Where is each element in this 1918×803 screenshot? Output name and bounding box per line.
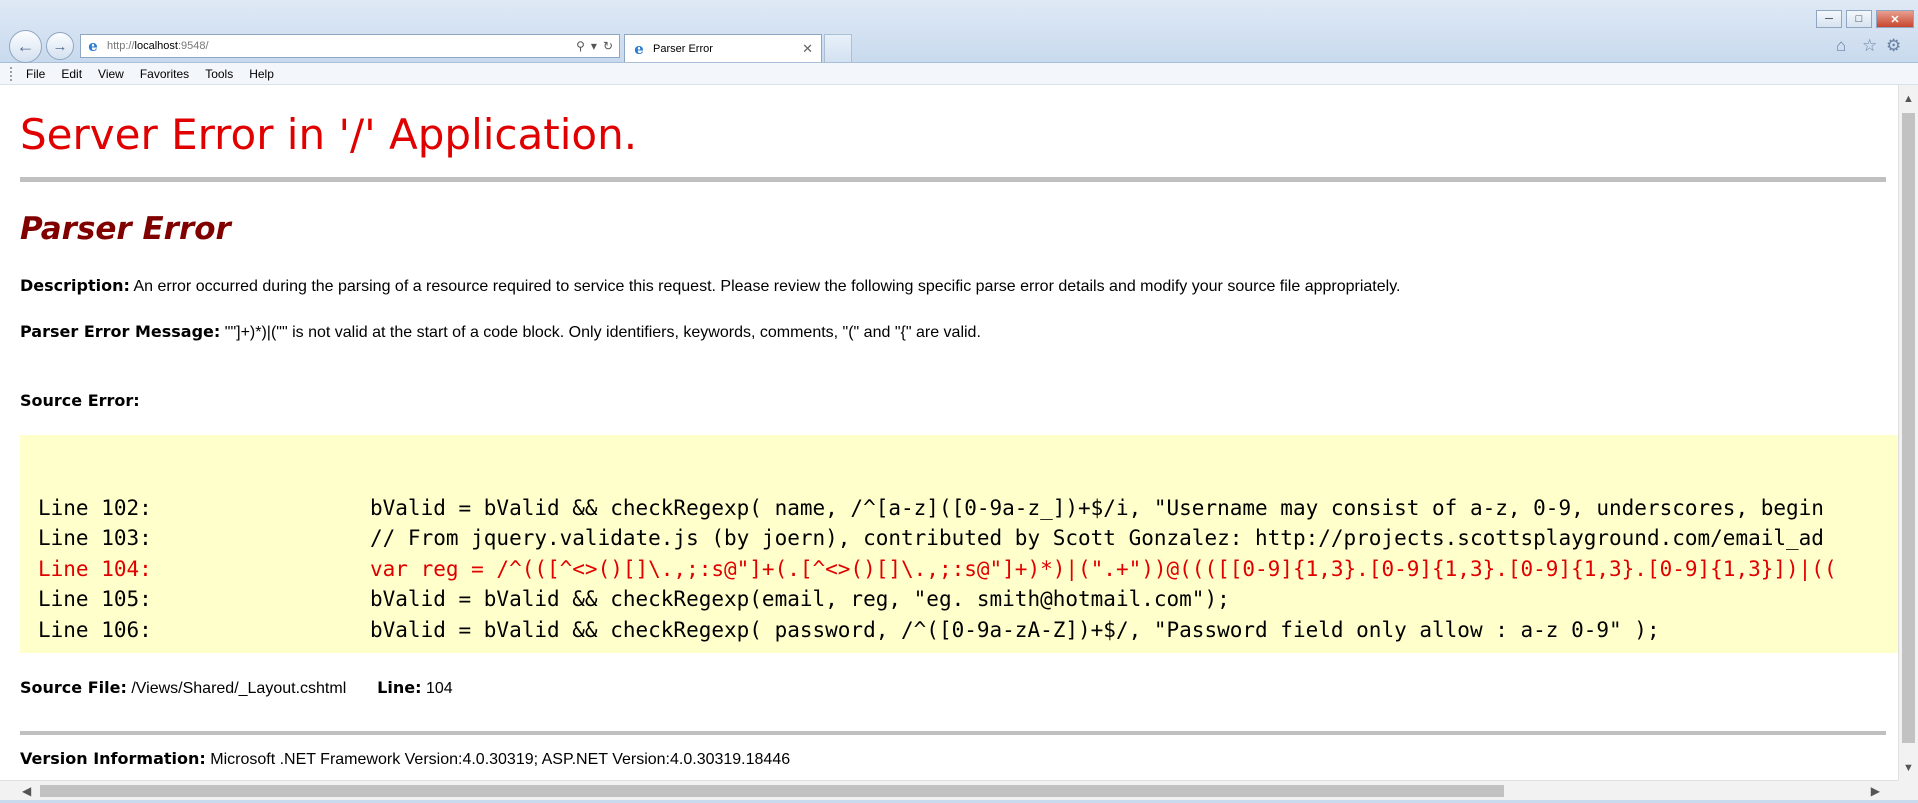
description: Description: An error occurred during th… [20,276,1400,296]
gear-icon[interactable]: ⚙ [1886,36,1901,56]
line-code: bValid = bValid && checkRegexp( name, /^… [370,496,1824,520]
code-line: Line 105: bValid = bValid && checkRegexp(… [38,587,1230,611]
tab-title: Parser Error [653,42,713,55]
home-icon[interactable]: ⌂ [1836,36,1846,56]
horizontal-scrollbar[interactable]: ◀ ▶ [0,780,1898,800]
menu-edit[interactable]: Edit [61,67,82,81]
scroll-right-icon[interactable]: ▶ [1871,784,1880,798]
tab-parser-error[interactable]: e Parser Error ✕ [624,34,822,62]
menu-favorites[interactable]: Favorites [140,67,189,81]
menu-tools[interactable]: Tools [205,67,233,81]
back-button[interactable]: ← [9,30,42,63]
line-number: Line 103: [38,526,152,550]
scrollbar-corner [1898,780,1918,800]
vertical-scroll-thumb[interactable] [1902,113,1915,743]
line-number: Line 106: [38,618,152,642]
source-error-label: Source Error: [20,391,140,410]
url-protocol: http:// [107,40,135,52]
code-line-error: Line 104: var reg = /^(([^<>()[]\.,;:s@"]… [38,557,1837,581]
description-label: Description: [20,276,130,295]
page-content: Server Error in '/' Application. Parser … [0,85,1898,780]
page-title: Server Error in '/' Application. [20,110,638,159]
line-code: bValid = bValid && checkRegexp(email, re… [370,587,1230,611]
address-bar[interactable]: e http://localhost:9548/ ⚲ ▾ ↻ [80,34,620,58]
version-divider [20,731,1886,735]
menu-grip [10,66,16,81]
ie-tab-icon: e [634,39,644,58]
maximize-icon: □ [1855,13,1863,25]
line-label: Line: [377,678,422,697]
source-file-info: Source File: /Views/Shared/_Layout.cshtm… [20,678,453,698]
url-port-path: :9548/ [177,40,209,52]
arrow-right-icon: → [52,37,68,55]
line-number: Line 102: [38,496,152,520]
refresh-icon[interactable]: ↻ [603,39,613,53]
line-value: 104 [425,680,453,697]
line-code: var reg = /^(([^<>()[]\.,;:s@"]+(.[^<>()… [370,557,1837,581]
scroll-down-icon[interactable]: ▼ [1899,762,1918,774]
horizontal-scroll-thumb[interactable] [40,785,1504,797]
minimize-button[interactable]: ─ [1816,10,1842,28]
forward-button[interactable]: → [46,32,74,60]
description-text: An error occurred during the parsing of … [133,278,1401,295]
title-divider [20,177,1886,182]
code-line: Line 102: bValid = bValid && checkRegexp(… [38,496,1824,520]
arrow-left-icon: ← [16,36,35,56]
url-host: localhost [134,40,178,52]
maximize-button[interactable]: □ [1846,10,1872,28]
new-tab-button[interactable] [824,34,852,62]
source-file-value: /Views/Shared/_Layout.cshtml [131,680,347,697]
version-text: Microsoft .NET Framework Version:4.0.303… [210,751,791,768]
menu-view[interactable]: View [98,67,124,81]
error-subtitle: Parser Error [20,211,231,247]
message-label: Parser Error Message: [20,322,221,341]
scroll-up-icon[interactable]: ▲ [1899,93,1918,105]
source-code-box: Line 102: bValid = bValid && checkRegexp(… [20,435,1898,653]
message-text: ""]+)*)|("" is not valid at the start of… [224,324,981,341]
menu-help[interactable]: Help [249,67,274,81]
menu-bar: File Edit View Favorites Tools Help [0,63,1918,85]
code-line: Line 103: // From jquery.validate.js (by … [38,526,1824,550]
parser-error-message: Parser Error Message: ""]+)*)|("" is not… [20,322,981,342]
code-line: Line 106: bValid = bValid && checkRegexp(… [38,618,1660,642]
close-tab-icon[interactable]: ✕ [802,41,813,57]
source-error-heading: Source Error: [20,391,140,411]
version-information: Version Information: Microsoft .NET Fram… [20,749,790,769]
star-icon[interactable]: ☆ [1862,36,1877,56]
version-label: Version Information: [20,749,206,768]
close-window-button[interactable]: ✕ [1876,10,1914,28]
line-number: Line 105: [38,587,152,611]
line-number: Line 104: [38,557,152,581]
minimize-icon: ─ [1825,13,1833,25]
address-tools: ⚲ ▾ ↻ [576,39,619,53]
scroll-left-icon[interactable]: ◀ [22,784,31,798]
vertical-scrollbar[interactable]: ▲ ▼ [1898,85,1918,780]
line-code: bValid = bValid && checkRegexp( password… [370,618,1660,642]
source-file-label: Source File: [20,678,127,697]
menu-file[interactable]: File [26,67,45,81]
browser-titlebar: ← → e http://localhost:9548/ ⚲ ▾ ↻ e Par… [0,0,1918,63]
search-icon[interactable]: ⚲ [576,39,585,53]
close-icon: ✕ [1890,13,1900,26]
ie-page-icon: e [88,37,98,55]
dropdown-icon[interactable]: ▾ [591,39,597,53]
line-code: // From jquery.validate.js (by joern), c… [370,526,1824,550]
